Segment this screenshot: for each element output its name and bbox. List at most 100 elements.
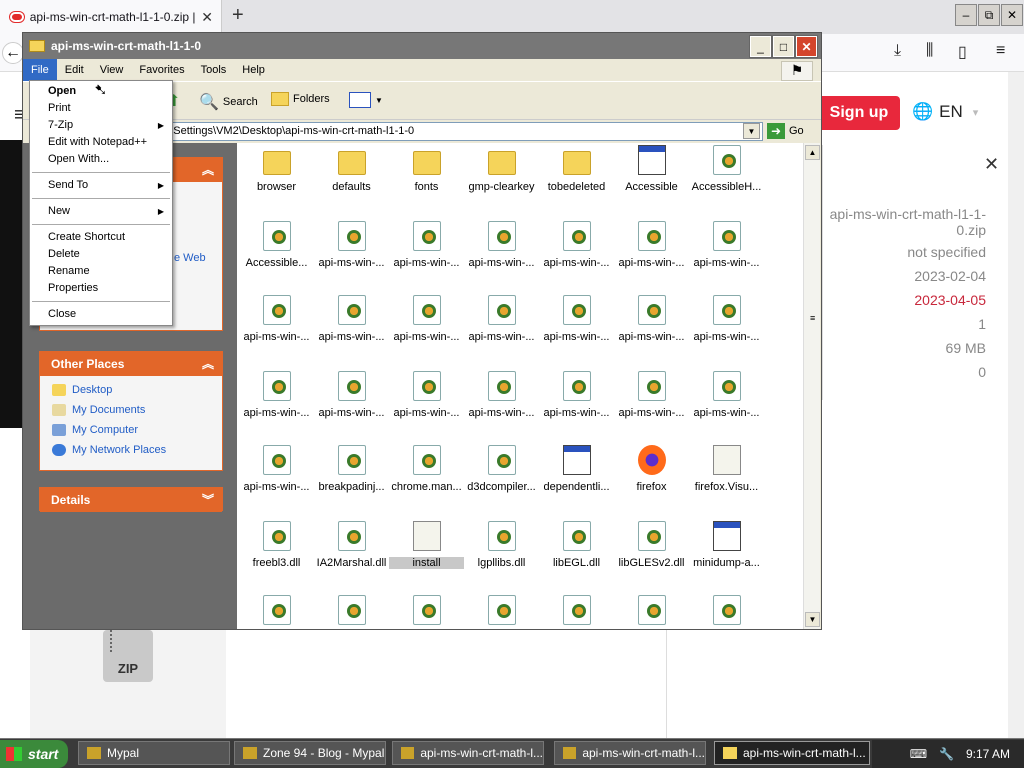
context-menu-item[interactable]: New ▶ <box>30 203 172 220</box>
context-menu-item[interactable]: Open With... <box>30 151 172 168</box>
file-item[interactable] <box>614 595 689 629</box>
scroll-up-icon[interactable]: ▲ <box>805 145 820 160</box>
file-item[interactable] <box>539 595 614 629</box>
file-item[interactable]: api-ms-win-... <box>614 221 689 269</box>
context-menu-item[interactable]: Delete <box>30 246 172 263</box>
explorer-maximize-button[interactable]: □ <box>772 35 795 58</box>
context-menu-item[interactable]: Close <box>30 306 172 323</box>
context-menu-item[interactable]: Edit with Notepad++ <box>30 134 172 151</box>
menu-favorites[interactable]: Favorites <box>131 59 192 81</box>
context-menu-item[interactable]: Create Shortcut <box>30 229 172 246</box>
file-item[interactable]: tobedeleted <box>539 145 614 193</box>
back-button[interactable]: ← <box>2 42 24 64</box>
place-my-computer[interactable]: My Computer <box>40 420 222 440</box>
menu-help[interactable]: Help <box>234 59 273 81</box>
network-tray-icon[interactable]: 🔧 <box>939 747 954 761</box>
panel-close-icon[interactable]: ✕ <box>984 154 999 175</box>
expand-icon[interactable]: ︾ <box>202 488 214 512</box>
scroll-grip-icon[interactable]: ≡ <box>810 313 815 323</box>
browser-tab[interactable]: api-ms-win-crt-math-l1-1-0.zip | Fil ✕ <box>0 0 222 34</box>
file-item[interactable]: d3dcompiler... <box>464 445 539 493</box>
library-icon[interactable]: ⫼ <box>926 42 933 60</box>
file-item[interactable]: api-ms-win-... <box>464 221 539 269</box>
place-my-documents[interactable]: My Documents <box>40 400 222 420</box>
file-item[interactable]: Accessible <box>614 145 689 193</box>
context-menu-item[interactable]: Rename <box>30 263 172 280</box>
menu-tools[interactable]: Tools <box>193 59 235 81</box>
file-item[interactable]: api-ms-win-... <box>539 371 614 419</box>
file-item[interactable]: api-ms-win-... <box>314 371 389 419</box>
page-scrollbar[interactable] <box>1008 72 1024 738</box>
file-item[interactable]: breakpadinj... <box>314 445 389 493</box>
context-menu-item[interactable]: Send To ▶ <box>30 177 172 194</box>
explorer-minimize-button[interactable]: _ <box>749 35 772 58</box>
sidebar-icon[interactable]: ▯ <box>958 42 967 62</box>
language-selector[interactable]: 🌐 EN ▾ <box>912 102 978 122</box>
explorer-titlebar[interactable]: api-ms-win-crt-math-l1-1-0 <box>23 33 821 59</box>
file-item[interactable] <box>239 595 314 629</box>
taskbar-item-active[interactable]: api-ms-win-crt-math-l... <box>714 741 870 765</box>
file-item[interactable]: api-ms-win-... <box>689 371 764 419</box>
file-item[interactable] <box>689 595 764 629</box>
taskbar-item[interactable]: Zone 94 - Blog - Mypal <box>234 741 386 765</box>
file-item[interactable]: chrome.man... <box>389 445 464 493</box>
keyboard-icon[interactable]: ⌨ <box>910 747 927 761</box>
file-item[interactable] <box>314 595 389 629</box>
pane-link-partial[interactable]: e Web <box>174 252 206 264</box>
file-item[interactable]: fonts <box>389 145 464 193</box>
download-icon[interactable]: ⤓ <box>894 42 901 60</box>
file-item[interactable]: minidump-a... <box>689 521 764 569</box>
file-item[interactable]: libGLESv2.dll <box>614 521 689 569</box>
file-item[interactable]: api-ms-win-... <box>239 295 314 343</box>
file-item[interactable] <box>464 595 539 629</box>
file-item[interactable]: api-ms-win-... <box>689 295 764 343</box>
file-item[interactable]: browser <box>239 145 314 193</box>
place-my-network[interactable]: My Network Places <box>40 440 222 460</box>
file-item[interactable]: api-ms-win-... <box>389 221 464 269</box>
browser-maximize-button[interactable]: ⧉ <box>978 4 1000 26</box>
file-item[interactable]: api-ms-win-... <box>614 371 689 419</box>
file-item[interactable]: IA2Marshal.dll <box>314 521 389 569</box>
file-item[interactable]: api-ms-win-... <box>614 295 689 343</box>
search-button[interactable]: 🔍 Search <box>199 92 258 112</box>
views-button[interactable]: ▼ <box>349 92 383 108</box>
file-item[interactable]: api-ms-win-... <box>689 221 764 269</box>
file-item[interactable]: freebl3.dll <box>239 521 314 569</box>
file-item[interactable]: api-ms-win-... <box>539 295 614 343</box>
collapse-icon[interactable]: ︽ <box>202 352 214 376</box>
menu-view[interactable]: View <box>92 59 132 81</box>
taskbar-item[interactable]: api-ms-win-crt-math-l... <box>392 741 544 765</box>
file-item[interactable]: firefox.Visu... <box>689 445 764 493</box>
file-item[interactable]: api-ms-win-... <box>314 295 389 343</box>
taskbar-item[interactable]: api-ms-win-crt-math-l... <box>554 741 706 765</box>
pane-header[interactable]: Details ︾ <box>40 488 222 512</box>
browser-minimize-button[interactable]: – <box>955 4 977 26</box>
signup-button[interactable]: Sign up <box>818 96 900 130</box>
file-item[interactable]: AccessibleH... <box>689 145 764 193</box>
file-item[interactable]: gmp-clearkey <box>464 145 539 193</box>
tab-close-icon[interactable]: ✕ <box>201 9 213 26</box>
pane-header[interactable]: Other Places ︽ <box>40 352 222 376</box>
address-dropdown-button[interactable]: ▼ <box>743 123 760 139</box>
file-item[interactable]: api-ms-win-... <box>464 295 539 343</box>
file-item[interactable]: Accessible... <box>239 221 314 269</box>
browser-close-button[interactable]: ✕ <box>1001 4 1023 26</box>
context-menu-item[interactable]: Properties <box>30 280 172 297</box>
address-input[interactable]: nd Settings\VM2\Desktop\api-ms-win-crt-m… <box>153 122 763 141</box>
file-item[interactable]: dependentli... <box>539 445 614 493</box>
folders-button[interactable]: Folders <box>271 92 330 106</box>
go-button[interactable]: ➜ Go <box>767 123 804 139</box>
file-item[interactable]: api-ms-win-... <box>314 221 389 269</box>
file-item[interactable]: api-ms-win-... <box>464 371 539 419</box>
collapse-icon[interactable]: ︽ <box>202 158 214 182</box>
menu-edit[interactable]: Edit <box>57 59 92 81</box>
file-item[interactable]: api-ms-win-... <box>239 445 314 493</box>
place-desktop[interactable]: Desktop <box>40 380 222 400</box>
file-item[interactable]: api-ms-win-... <box>389 371 464 419</box>
file-item[interactable]: api-ms-win-... <box>389 295 464 343</box>
file-item[interactable]: libEGL.dll <box>539 521 614 569</box>
taskbar-item[interactable]: Mypal <box>78 741 230 765</box>
file-list-scrollbar[interactable]: ▲ ≡ ▼ <box>803 143 820 629</box>
file-item[interactable]: api-ms-win-... <box>539 221 614 269</box>
file-item[interactable]: defaults <box>314 145 389 193</box>
